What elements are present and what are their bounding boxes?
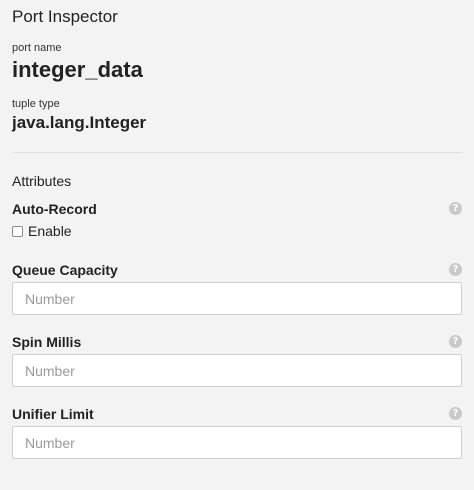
unifier-limit-label: Unifier Limit [12, 406, 94, 422]
spin-millis-label: Spin Millis [12, 334, 82, 350]
queue-capacity-input[interactable] [12, 282, 462, 315]
divider [12, 152, 462, 153]
port-inspector-panel: Port Inspector port name integer_data tu… [0, 0, 474, 490]
tuple-type-label: tuple type [12, 98, 60, 110]
tuple-type-value: java.lang.Integer [12, 113, 147, 132]
auto-record-enable-label: Enable [28, 223, 72, 239]
panel-title: Port Inspector [12, 7, 118, 26]
auto-record-label: Auto-Record [12, 201, 97, 217]
auto-record-checkbox[interactable] [12, 225, 23, 237]
auto-record-enable[interactable]: Enable [12, 223, 72, 239]
attributes-heading: Attributes [12, 173, 72, 189]
spin-millis-help-icon[interactable]: ? [449, 335, 462, 348]
port-name-label: port name [12, 42, 62, 54]
unifier-limit-help-icon[interactable]: ? [449, 407, 462, 420]
port-name-value: integer_data [12, 57, 143, 82]
spin-millis-input[interactable] [12, 354, 462, 387]
queue-capacity-label: Queue Capacity [12, 262, 118, 278]
unifier-limit-input[interactable] [12, 426, 462, 459]
queue-capacity-help-icon[interactable]: ? [449, 263, 462, 276]
auto-record-help-icon[interactable]: ? [449, 202, 462, 215]
